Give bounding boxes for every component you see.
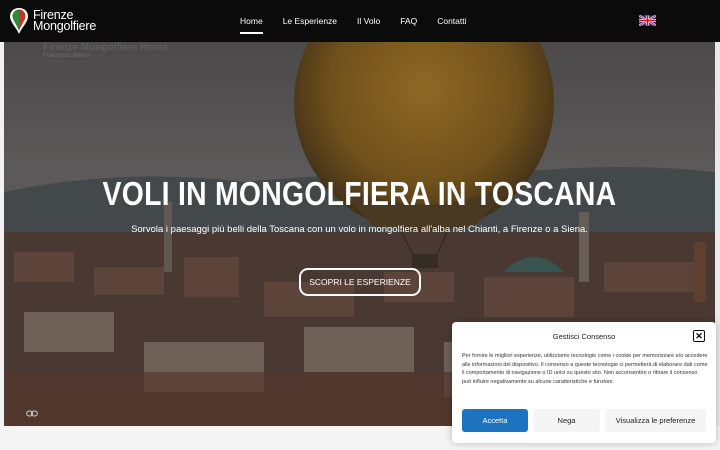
nav-experiences[interactable]: Le Esperienze — [283, 0, 337, 42]
hero-title: VOLI IN MONGOLFIERA IN TOSCANA — [102, 175, 617, 212]
site-logo[interactable]: Firenze Mongolfiere — [9, 7, 96, 35]
uk-flag-icon[interactable] — [639, 15, 656, 26]
cookie-dialog-title: Gestisci Consenso — [552, 332, 616, 341]
link-icon[interactable] — [26, 410, 38, 418]
video-author[interactable]: Francesco Mauro — [43, 53, 90, 59]
site-header: Firenze Mongolfiere Home Le Esperienze I… — [0, 0, 720, 42]
logo-text: Firenze Mongolfiere — [33, 9, 97, 33]
close-icon[interactable]: ✕ — [693, 330, 705, 342]
logo-line-2: Mongolfiere — [33, 19, 97, 33]
balloon-logo-icon — [10, 8, 28, 34]
nav-flight[interactable]: Il Volo — [357, 0, 380, 42]
nav-home[interactable]: Home — [240, 0, 263, 42]
cookie-consent-dialog: Gestisci Consenso ✕ Per fornire le migli… — [452, 322, 716, 443]
page: Firenze Mongolfiere Home Francesco Mauro… — [0, 0, 720, 450]
discover-experiences-button[interactable]: SCOPRI LE ESPERIENZE — [299, 268, 421, 296]
deny-button[interactable]: Nega — [533, 409, 600, 432]
nav-faq[interactable]: FAQ — [400, 0, 417, 42]
hero-subtitle: Sorvola i paesaggi più belli della Tosca… — [131, 224, 588, 235]
main-navigation: Home Le Esperienze Il Volo FAQ Contatti — [240, 0, 487, 42]
cookie-dialog-text: Per fornire le migliori esperienze, util… — [462, 353, 708, 385]
view-preferences-button[interactable]: Visualizza le preferenze — [605, 409, 706, 432]
video-title[interactable]: Firenze Mongolfiere Home — [43, 42, 168, 53]
nav-contacts[interactable]: Contatti — [437, 0, 466, 42]
accept-button[interactable]: Accetta — [462, 409, 528, 432]
